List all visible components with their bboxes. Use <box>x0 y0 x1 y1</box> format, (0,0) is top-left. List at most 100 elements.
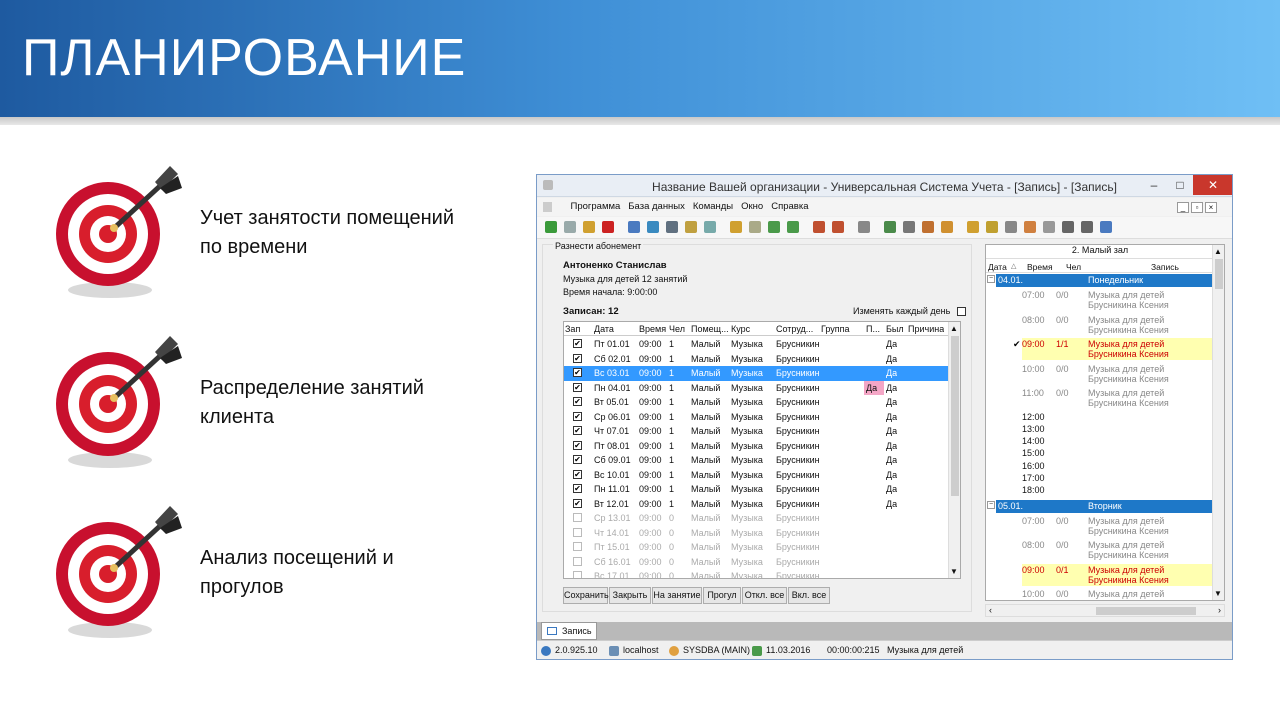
mdi-close-icon[interactable]: × <box>1205 202 1217 213</box>
row-checkbox[interactable] <box>573 556 582 566</box>
free-hour[interactable]: 13:00 <box>1022 424 1214 434</box>
lock-icon[interactable] <box>967 221 979 233</box>
row-checkbox[interactable]: ✔ <box>573 353 582 363</box>
action-button[interactable]: Закрыть <box>609 587 651 604</box>
schedule-column-header[interactable]: Время <box>1027 262 1053 272</box>
table-row[interactable]: Ср 13.01 09:00 0 Малый Музыка Брусникин <box>564 511 950 526</box>
column-header[interactable]: Время <box>639 324 666 334</box>
schedule-slot[interactable]: 08:00 0/0 Музыка для детей Брусникина Ксени… <box>1022 539 1214 561</box>
column-header[interactable]: П... <box>866 324 880 334</box>
media-icon[interactable] <box>1081 221 1093 233</box>
mdi-restore-icon[interactable]: ▫ <box>1191 202 1203 213</box>
schedule-column-header[interactable]: Запись <box>1151 262 1179 272</box>
schedule-slot[interactable]: 10:00 0/0 Музыка для детейБрусникина Ксени… <box>1022 588 1214 600</box>
flag-icon[interactable] <box>730 221 742 233</box>
column-header[interactable]: Был <box>886 324 904 334</box>
schedule-day-row[interactable]: −05.01. Вторник <box>987 499 1214 513</box>
maximize-button[interactable]: □ <box>1167 175 1193 195</box>
note-icon[interactable] <box>941 221 953 233</box>
table-row[interactable]: ✔ Сб 02.01 09:00 1 Малый Музыка Брусникин Да <box>564 352 950 367</box>
schedule-slot[interactable]: 11:00 0/0 Музыка для детей Брусникина Ксени… <box>1022 387 1214 409</box>
users-icon[interactable] <box>986 221 998 233</box>
help-icon[interactable] <box>1100 221 1112 233</box>
row-checkbox[interactable] <box>573 542 582 551</box>
scroll-down-icon[interactable]: ▼ <box>950 567 958 576</box>
row-checkbox[interactable] <box>573 513 582 522</box>
row-checkbox[interactable]: ✔ <box>573 469 582 479</box>
column-header[interactable]: Чел <box>669 324 685 334</box>
row-checkbox[interactable] <box>573 571 582 578</box>
table-row[interactable]: ✔ Пт 01.01 09:00 1 Малый Музыка Брусникин Да <box>564 337 950 352</box>
table-row[interactable]: ✔ Пн 04.01 09:00 1 Малый Музыка Брусникин Да Да <box>564 380 950 396</box>
menu-item[interactable]: База данных <box>628 198 685 216</box>
add-icon[interactable] <box>545 221 557 233</box>
minimize-button[interactable]: – <box>1141 175 1167 195</box>
table-row[interactable]: ✔ Пт 08.01 09:00 1 Малый Музыка Брусникин Да <box>564 439 950 454</box>
column-header[interactable]: Курс <box>731 324 750 334</box>
calendar-icon[interactable] <box>1024 221 1036 233</box>
row-checkbox[interactable]: ✔ <box>573 455 582 464</box>
action-button[interactable]: Прогул <box>703 587 741 604</box>
row-checkbox[interactable]: ✔ <box>573 411 582 421</box>
free-hour[interactable]: 16:00 <box>1022 461 1214 471</box>
row-checkbox[interactable]: ✔ <box>573 382 582 392</box>
table-row[interactable]: ✔ Вт 12.01 09:00 1 Малый Музыка Брусникин Да <box>564 497 950 512</box>
schedule-column-header[interactable]: Дата <box>988 262 1007 272</box>
table-row[interactable]: Пт 15.01 09:00 0 Малый Музыка Брусникин <box>564 540 950 555</box>
export-icon[interactable] <box>768 221 780 233</box>
table-row[interactable]: ✔ Вс 10.01 09:00 1 Малый Музыка Брусникин Да <box>564 468 950 483</box>
menu-item[interactable]: Команды <box>693 198 733 216</box>
schedule-scroll-thumb[interactable] <box>1215 259 1223 289</box>
table-row[interactable]: ✔ Вт 05.01 09:00 1 Малый Музыка Брусникин Да <box>564 395 950 410</box>
schedule-slot[interactable]: 07:00 0/0 Музыка для детей Брусникина Ксени… <box>1022 289 1214 311</box>
schedule-day-row[interactable]: −04.01. Понедельник <box>987 274 1214 287</box>
row-checkbox[interactable]: ✔ <box>573 397 582 406</box>
scroll-up-icon[interactable]: ▲ <box>950 324 958 333</box>
schedule-slot[interactable]: 09:00 0/1 Музыка для детей Брусникина Ксени… <box>1022 563 1214 586</box>
schedule-column-header[interactable]: Чел <box>1066 262 1081 272</box>
flag-list-icon[interactable] <box>749 221 761 233</box>
action-button[interactable]: Сохранить <box>563 587 609 604</box>
scroll-left-icon[interactable]: ‹ <box>989 605 992 615</box>
copy-icon[interactable] <box>564 221 576 233</box>
close-button[interactable]: ✕ <box>1193 175 1232 195</box>
scroll-right-icon[interactable]: › <box>1218 605 1221 615</box>
table-row[interactable]: Сб 16.01 09:00 0 Малый Музыка Брусникин <box>564 555 950 570</box>
play-icon[interactable] <box>1062 221 1074 233</box>
schedule-scroll-up-icon[interactable]: ▲ <box>1214 247 1222 256</box>
schedule-slot[interactable]: ✔ 09:00 1/1 Музыка для детей Брусникина Ксен… <box>1013 338 1214 360</box>
menu-item[interactable]: Окно <box>741 198 763 216</box>
free-hour[interactable]: 17:00 <box>1022 473 1214 483</box>
schedule-slot[interactable]: 10:00 0/0 Музыка для детейБрусникина Ксени… <box>1022 363 1214 385</box>
row-checkbox[interactable]: ✔ <box>573 484 582 493</box>
edit-icon[interactable] <box>583 221 595 233</box>
table-row[interactable]: ✔ Чт 07.01 09:00 1 Малый Музыка Брусникин Да <box>564 424 950 439</box>
action-button[interactable]: На занятие <box>652 587 702 604</box>
column-header[interactable]: Зап <box>565 324 580 334</box>
table-row[interactable]: ✔ Ср 06.01 09:00 1 Малый Музыка Брусникин Да <box>564 410 950 425</box>
schedule-slot[interactable]: 07:00 0/0 Музыка для детей Брусникина Ксени… <box>1022 515 1214 537</box>
change-each-day-checkbox[interactable] <box>956 307 966 317</box>
export-list-icon[interactable] <box>787 221 799 233</box>
row-checkbox[interactable]: ✔ <box>573 426 582 435</box>
comment-icon[interactable] <box>704 221 716 233</box>
table-row[interactable]: Чт 14.01 09:00 0 Малый Музыка Брусникин <box>564 526 950 541</box>
collapse-icon[interactable]: − <box>987 275 995 283</box>
column-header[interactable]: Причина <box>908 324 944 334</box>
menu-item[interactable]: Программа <box>571 198 621 216</box>
table-row[interactable]: ✔ Пн 11.01 09:00 1 Малый Музыка Брусникин Да <box>564 482 950 497</box>
sound-icon[interactable] <box>858 221 870 233</box>
schedule-hscrollbar[interactable]: ‹ › <box>985 604 1225 617</box>
action-button[interactable]: Вкл. все <box>788 587 830 604</box>
free-hour[interactable]: 14:00 <box>1022 436 1214 446</box>
row-checkbox[interactable]: ✔ <box>573 498 582 508</box>
collapse-icon[interactable]: − <box>987 500 995 509</box>
tab-zapis[interactable]: Запись <box>541 622 597 640</box>
free-hour[interactable]: 18:00 <box>1022 485 1214 495</box>
row-checkbox[interactable]: ✔ <box>573 440 582 450</box>
menu-item[interactable]: Справка <box>771 198 808 216</box>
free-hour[interactable]: 12:00 <box>1022 412 1214 422</box>
window-close-icon[interactable] <box>832 221 844 233</box>
tools-icon[interactable] <box>903 221 915 233</box>
row-checkbox[interactable]: ✔ <box>573 339 582 348</box>
